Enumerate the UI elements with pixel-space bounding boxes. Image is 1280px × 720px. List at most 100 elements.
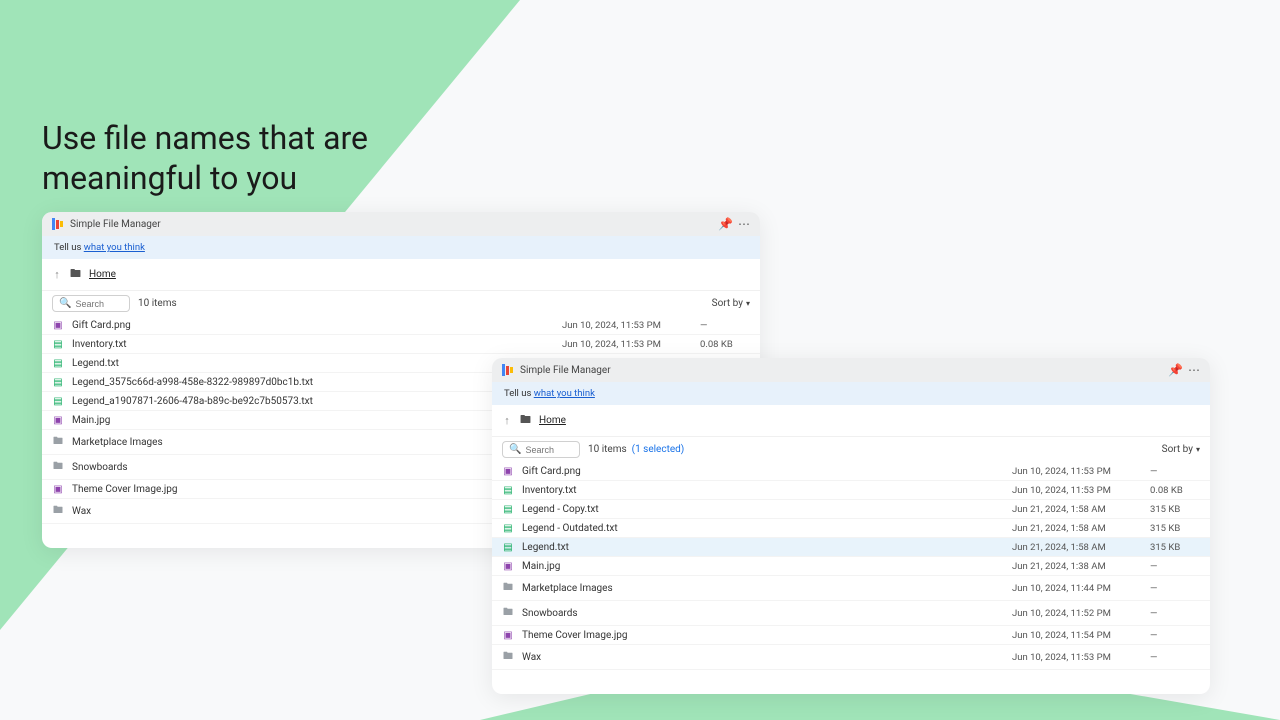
folder-icon: 🖿 [520, 411, 531, 430]
feedback-link[interactable]: what you think [534, 388, 595, 399]
file-size: — [700, 320, 750, 331]
file-row[interactable]: 🖿Marketplace ImagesJun 10, 2024, 11:44 P… [492, 576, 1210, 601]
folder-icon: 🖿 [52, 459, 64, 476]
file-name: Theme Cover Image.jpg [72, 484, 554, 495]
file-row[interactable]: ▣ Theme Cover Image.jpg Jun 10, 2024, 11:5… [492, 626, 1210, 645]
file-row[interactable]: ▤Inventory.txtJun 10, 2024, 11:53 PM0.08… [42, 335, 760, 354]
folder-icon: 🖿 [502, 649, 514, 666]
file-manager-window-after: Simple File Manager 📌 ⋯ Tell us what you… [492, 358, 1210, 694]
text-file-icon: ▤ [502, 523, 514, 534]
file-name: Gift Card.png [522, 466, 1004, 477]
file-date: Jun 21, 2024, 1:58 AM [1012, 542, 1142, 553]
search-icon: 🔍 [59, 298, 71, 309]
image-file-icon: ▣ [502, 561, 514, 572]
selected-count: (1 selected) [632, 444, 685, 455]
sort-label: Sort by [712, 298, 743, 309]
file-date: Jun 10, 2024, 11:54 PM [1012, 630, 1142, 641]
file-name: Main.jpg [72, 415, 554, 426]
file-name: Theme Cover Image.jpg [522, 630, 1004, 641]
app-icon [502, 364, 514, 376]
file-row[interactable]: ▤Legend - Outdated.txtJun 21, 2024, 1:58… [492, 519, 1210, 538]
file-name: Snowboards [522, 608, 1004, 619]
file-row[interactable]: ▣ Main.jpg Jun 21, 2024, 1:38 AM — [492, 557, 1210, 576]
pin-icon[interactable]: 📌 [718, 218, 730, 230]
folder-icon: 🖿 [52, 503, 64, 520]
feedback-banner: Tell us what you think [42, 236, 760, 259]
search-box[interactable]: 🔍 [52, 295, 130, 312]
file-name: Legend - Copy.txt [522, 504, 1004, 515]
item-count: 10 items [138, 298, 177, 309]
file-name: Inventory.txt [72, 339, 554, 350]
file-size: — [1150, 630, 1200, 641]
file-size: — [1150, 608, 1200, 619]
titlebar: Simple File Manager 📌 ⋯ [42, 212, 760, 236]
breadcrumb-bar: ↑ 🖿 Home [42, 259, 760, 291]
file-name: Wax [72, 506, 554, 517]
text-file-icon: ▤ [52, 396, 64, 407]
feedback-link[interactable]: what you think [84, 242, 145, 253]
text-file-icon: ▤ [502, 504, 514, 515]
sort-by-button[interactable]: Sort by ▾ [712, 298, 750, 309]
chevron-down-icon: ▾ [1196, 445, 1200, 454]
sort-label: Sort by [1162, 444, 1193, 455]
file-name: Marketplace Images [72, 437, 554, 448]
chevron-down-icon: ▾ [746, 299, 750, 308]
search-input[interactable] [525, 445, 579, 455]
breadcrumb-home[interactable]: Home [89, 269, 116, 280]
file-size: 0.08 KB [1150, 485, 1200, 496]
folder-icon: 🖿 [70, 265, 81, 284]
image-file-icon: ▣ [502, 630, 514, 641]
file-size: — [1150, 583, 1200, 594]
more-icon[interactable]: ⋯ [738, 218, 750, 230]
sort-by-button[interactable]: Sort by ▾ [1162, 444, 1200, 455]
file-row[interactable]: ▣Gift Card.pngJun 10, 2024, 11:53 PM— [492, 462, 1210, 481]
image-file-icon: ▣ [502, 466, 514, 477]
image-file-icon: ▣ [52, 320, 64, 331]
feedback-banner: Tell us what you think [492, 382, 1210, 405]
banner-prefix: Tell us [54, 242, 84, 253]
file-list: ▣ Gift Card.png Jun 10, 2024, 11:53 PM — ▤ In… [492, 462, 1210, 670]
titlebar: Simple File Manager 📌 ⋯ [492, 358, 1210, 382]
file-date: Jun 21, 2024, 1:38 AM [1012, 561, 1142, 572]
file-date: Jun 10, 2024, 11:44 PM [1012, 583, 1142, 594]
breadcrumb-home[interactable]: Home [539, 415, 566, 426]
file-name: Wax [522, 652, 1004, 663]
pin-icon[interactable]: 📌 [1168, 364, 1180, 376]
more-icon[interactable]: ⋯ [1188, 364, 1200, 376]
file-row[interactable]: ▤Legend.txtJun 21, 2024, 1:58 AM315 KB [492, 538, 1210, 557]
file-name: Inventory.txt [522, 485, 1004, 496]
file-name: Legend_a1907871-2606-478a-b89c-be92c7b50… [72, 396, 554, 407]
file-date: Jun 21, 2024, 1:58 AM [1012, 504, 1142, 515]
file-date: Jun 10, 2024, 11:53 PM [1012, 485, 1142, 496]
file-size: 315 KB [1150, 504, 1200, 515]
search-row: 🔍 10 items Sort by ▾ [42, 291, 760, 316]
up-icon[interactable]: ↑ [52, 268, 62, 281]
file-name: Snowboards [72, 462, 554, 473]
file-row[interactable]: ▤Inventory.txtJun 10, 2024, 11:53 PM0.08… [492, 481, 1210, 500]
file-name: Legend - Outdated.txt [522, 523, 1004, 534]
page-heading: Use file names that are meaningful to yo… [42, 118, 422, 198]
search-icon: 🔍 [509, 444, 521, 455]
file-size: — [1150, 561, 1200, 572]
file-name: Legend_3575c66d-a998-458e-8322-989897d0b… [72, 377, 554, 388]
app-title: Simple File Manager [70, 219, 712, 230]
file-row[interactable]: 🖿 Wax Jun 10, 2024, 11:53 PM — [492, 645, 1210, 670]
up-icon[interactable]: ↑ [502, 414, 512, 427]
banner-prefix: Tell us [504, 388, 534, 399]
file-row[interactable]: 🖿SnowboardsJun 10, 2024, 11:52 PM— [492, 601, 1210, 626]
item-count: 10 items (1 selected) [588, 444, 684, 455]
search-box[interactable]: 🔍 [502, 441, 580, 458]
search-input[interactable] [75, 299, 129, 309]
file-row[interactable]: ▣Gift Card.pngJun 10, 2024, 11:53 PM— [42, 316, 760, 335]
file-date: Jun 10, 2024, 11:52 PM [1012, 608, 1142, 619]
file-name: Gift Card.png [72, 320, 554, 331]
file-size: 315 KB [1150, 542, 1200, 553]
file-row[interactable]: ▤ Legend - Copy.txt Jun 21, 2024, 1:58 AM 3… [492, 500, 1210, 519]
file-name: Legend.txt [72, 358, 554, 369]
text-file-icon: ▤ [52, 377, 64, 388]
file-size: — [1150, 652, 1200, 663]
search-row: 🔍 10 items (1 selected) Sort by ▾ [492, 437, 1210, 462]
file-name: Main.jpg [522, 561, 1004, 572]
app-icon [52, 218, 64, 230]
file-date: Jun 10, 2024, 11:53 PM [1012, 652, 1142, 663]
